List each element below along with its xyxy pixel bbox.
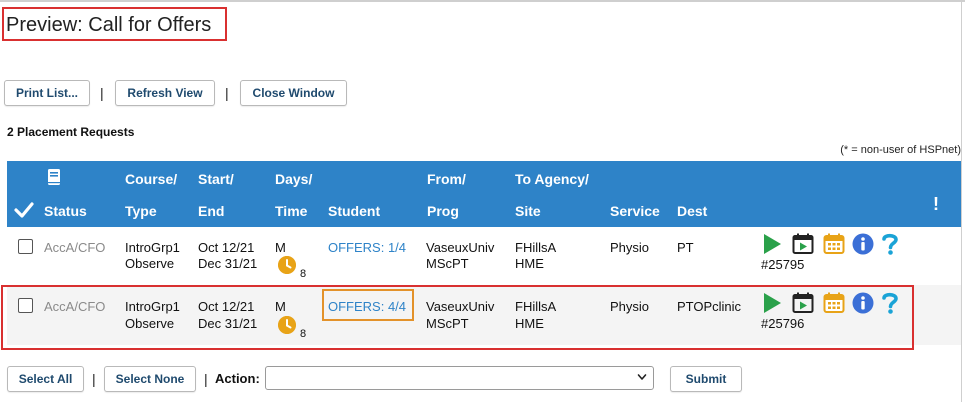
header-dest[interactable]: Dest (677, 203, 707, 219)
right-border (961, 0, 962, 402)
row-highlight (1, 285, 914, 350)
header-course[interactable]: Course/ (125, 171, 177, 187)
row-type: Observe (125, 256, 175, 271)
info-icon[interactable] (852, 233, 874, 255)
header-student[interactable]: Student (328, 203, 380, 219)
action-label: Action: (215, 371, 260, 386)
play-video-icon[interactable] (792, 233, 814, 255)
toolbar-separator: | (100, 85, 104, 101)
row-checkbox[interactable] (18, 239, 33, 254)
print-list-button[interactable]: Print List... (4, 80, 90, 106)
chevron-down-icon (637, 374, 647, 380)
row-agency: FHillsA (515, 240, 557, 255)
select-none-button[interactable]: Select None (104, 366, 196, 392)
top-border (0, 0, 965, 2)
row-from: VaseuxUniv (426, 240, 495, 255)
header-days[interactable]: Days/ (275, 171, 312, 187)
row-ref-number: #25795 (761, 257, 805, 272)
row-site: HME (515, 256, 544, 271)
table-header: Status Course/ Type Start/ End Days/ Tim… (7, 161, 961, 227)
header-prog[interactable]: Prog (427, 203, 459, 219)
header-service[interactable]: Service (610, 203, 660, 219)
header-site[interactable]: Site (515, 203, 541, 219)
header-start[interactable]: Start/ (198, 171, 234, 187)
footer-separator: | (204, 371, 208, 387)
header-time[interactable]: Time (275, 203, 307, 219)
header-alert: ! (933, 194, 939, 214)
row-student-offers-link[interactable]: OFFERS: 1/4 (328, 240, 406, 256)
row-time-count: 8 (300, 268, 307, 280)
header-end[interactable]: End (198, 203, 224, 219)
row-course: IntroGrp1 (125, 240, 180, 255)
calendar-icon[interactable] (823, 233, 845, 255)
row-end: Dec 31/21 (198, 256, 258, 271)
non-user-note: (* = non-user of HSPnet) (840, 144, 961, 156)
refresh-view-button[interactable]: Refresh View (115, 80, 215, 106)
row-start: Oct 12/21 (198, 240, 255, 255)
close-window-button[interactable]: Close Window (240, 80, 347, 106)
toolbar-separator: | (225, 85, 229, 101)
row-service: Physio (610, 240, 650, 255)
page-title: Preview: Call for Offers (6, 14, 212, 36)
header-to-agency[interactable]: To Agency/ (515, 171, 589, 187)
checkmark-icon[interactable] (14, 201, 34, 219)
submit-button[interactable]: Submit (670, 366, 742, 392)
row-dest: PT (677, 240, 694, 255)
row-status: AccA/CFO (44, 240, 106, 255)
clock-icon (278, 256, 296, 274)
play-icon[interactable] (761, 233, 783, 255)
footer-separator: | (92, 371, 96, 387)
book-icon (48, 169, 60, 185)
action-select[interactable] (265, 366, 654, 390)
header-from[interactable]: From/ (427, 171, 466, 187)
row-prog: MScPT (426, 256, 469, 271)
help-icon[interactable] (880, 232, 900, 256)
header-type[interactable]: Type (125, 203, 157, 219)
placement-count: 2 Placement Requests (7, 125, 135, 139)
select-all-button[interactable]: Select All (7, 366, 84, 392)
header-status[interactable]: Status (44, 203, 87, 219)
row-days: M (275, 240, 286, 255)
